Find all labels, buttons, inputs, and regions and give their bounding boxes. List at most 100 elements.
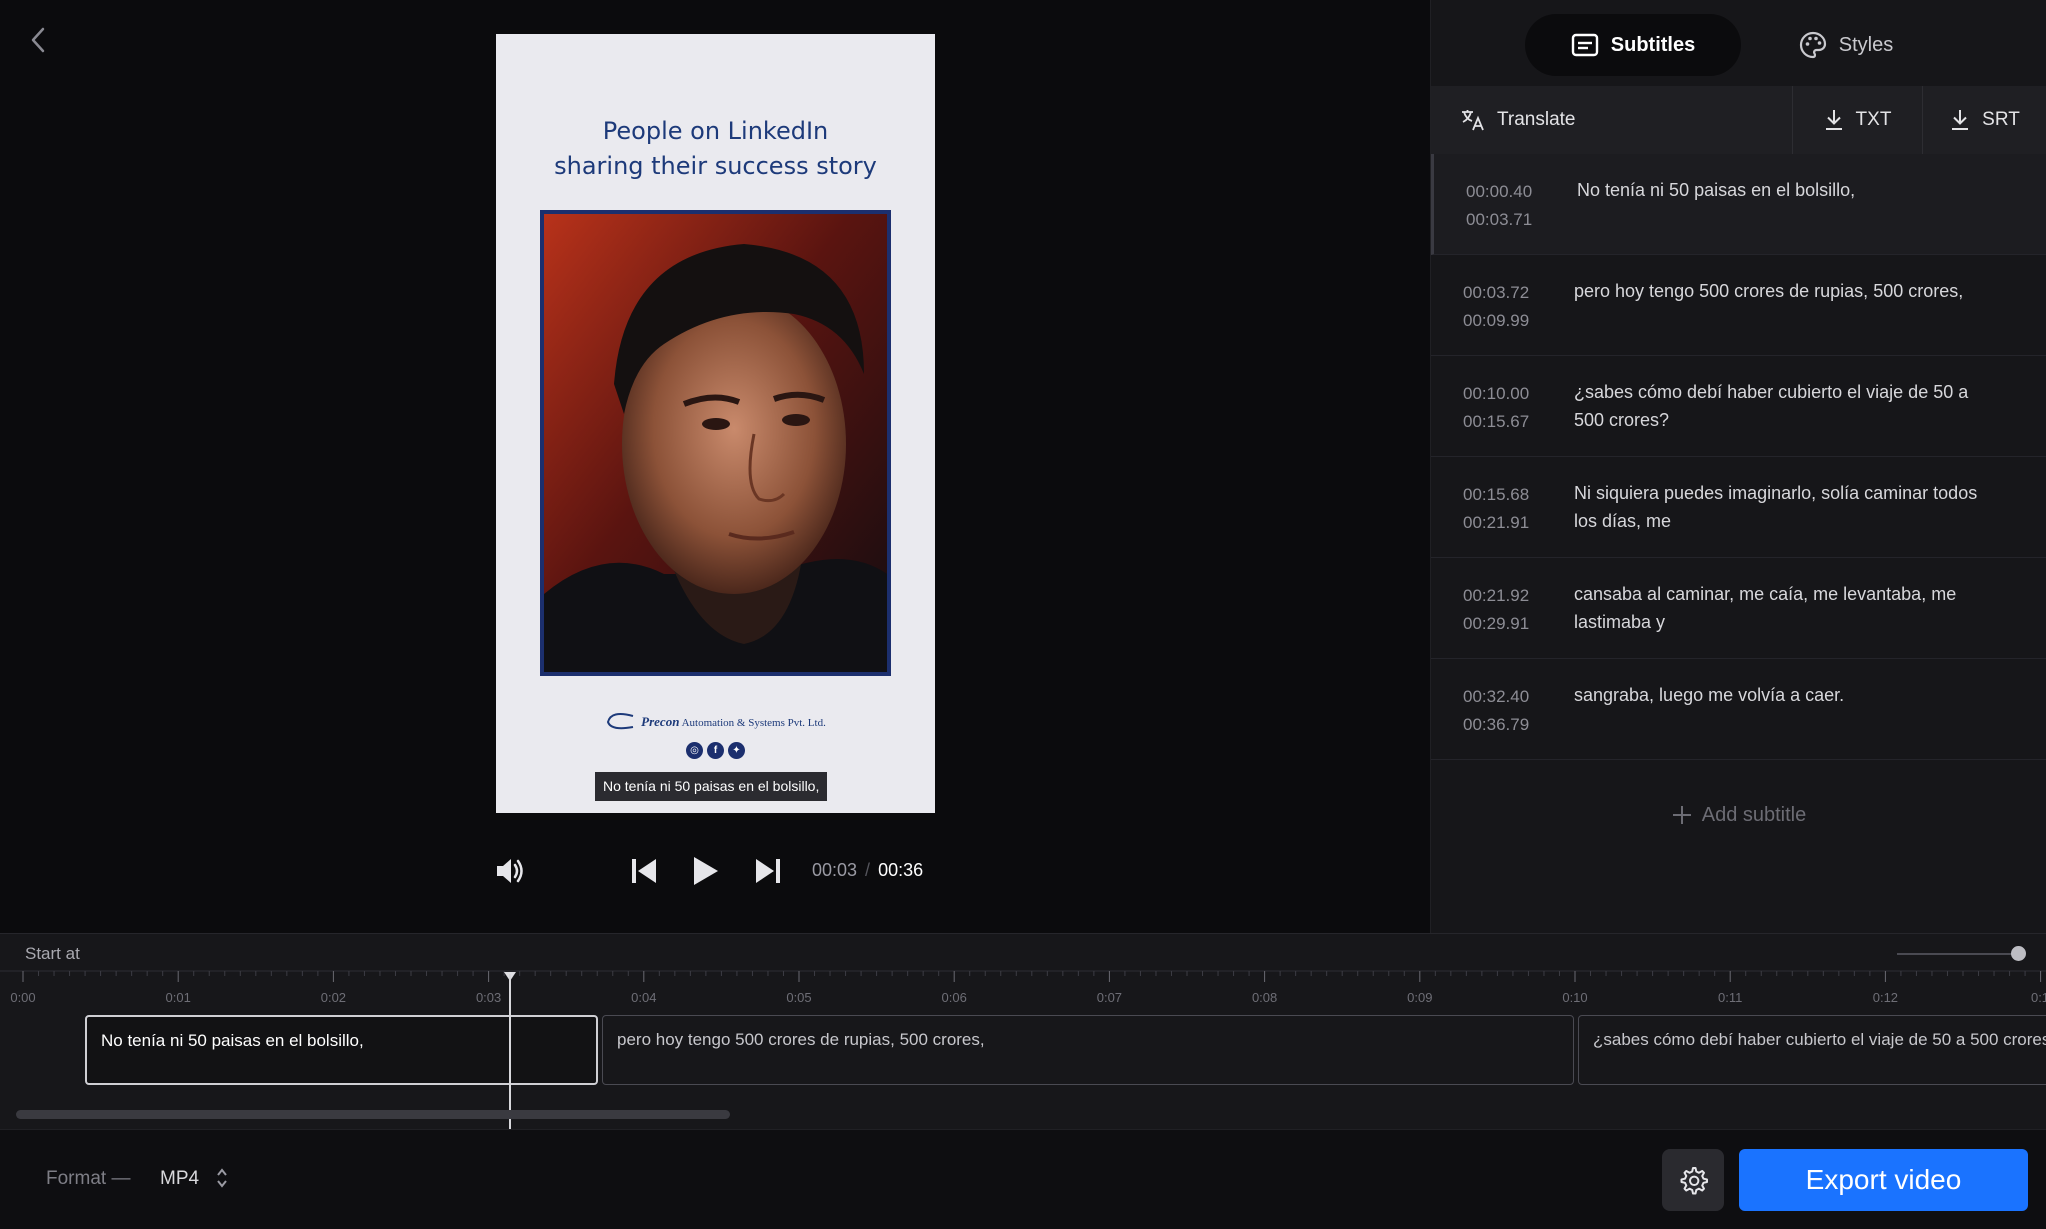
subtitle-end-time[interactable]: 00:03.71 bbox=[1466, 206, 1532, 234]
volume-icon bbox=[497, 859, 523, 883]
subtitle-start-time[interactable]: 00:03.72 bbox=[1463, 279, 1529, 307]
twitter-icon: ✦ bbox=[728, 742, 745, 759]
subtitle-start-time[interactable]: 00:10.00 bbox=[1463, 380, 1529, 408]
txt-label: TXT bbox=[1855, 109, 1892, 130]
subtitle-text[interactable]: ¿sabes cómo debí haber cubierto el viaje… bbox=[1574, 378, 1994, 434]
subtitle-text[interactable]: Ni siquiera puedes imaginarlo, solía cam… bbox=[1574, 479, 1994, 535]
ruler-tick-label: 0:12 bbox=[1872, 990, 1899, 1005]
skip-back-button[interactable] bbox=[626, 848, 662, 894]
tab-subtitles[interactable]: Subtitles bbox=[1525, 14, 1741, 76]
logo-brand: Precon bbox=[641, 714, 680, 729]
playback-controls: 00:03/00:36 bbox=[490, 848, 950, 894]
video-frame: People on LinkedIn sharing their success… bbox=[496, 34, 935, 813]
subtitle-text[interactable]: cansaba al caminar, me caía, me levantab… bbox=[1574, 580, 1994, 636]
subtitle-end-time[interactable]: 00:29.91 bbox=[1463, 610, 1529, 638]
download-srt-button[interactable]: SRT bbox=[1923, 86, 2046, 154]
skip-forward-button[interactable] bbox=[750, 848, 786, 894]
timeline-clip[interactable]: ¿sabes cómo debí haber cubierto el viaje… bbox=[1578, 1015, 2046, 1085]
current-time: 00:03 bbox=[812, 860, 858, 880]
video-preview-area: People on LinkedIn sharing their success… bbox=[0, 0, 1430, 933]
subtitle-start-time[interactable]: 00:32.40 bbox=[1463, 683, 1529, 711]
subtitles-icon bbox=[1571, 33, 1598, 57]
subtitle-row[interactable]: 00:15.68 00:21.91 Ni siquiera puedes ima… bbox=[1431, 457, 2046, 558]
subtitle-text[interactable]: No tenía ni 50 paisas en el bolsillo, bbox=[1577, 176, 1997, 204]
format-select[interactable]: MP4 bbox=[160, 1168, 199, 1190]
logo-rest: Automation & Systems Pvt. Ltd. bbox=[681, 717, 826, 729]
ruler-tick-label: 0:11 bbox=[1718, 990, 1743, 1005]
translate-label: Translate bbox=[1497, 109, 1576, 130]
subtitle-start-time[interactable]: 00:00.40 bbox=[1466, 178, 1532, 206]
play-icon bbox=[694, 857, 718, 885]
chevron-updown-icon bbox=[217, 1168, 227, 1188]
subtitle-text[interactable]: pero hoy tengo 500 crores de rupias, 500… bbox=[1574, 277, 1994, 305]
translate-icon bbox=[1462, 110, 1484, 131]
download-icon bbox=[1825, 110, 1842, 130]
subtitle-end-time[interactable]: 00:15.67 bbox=[1463, 408, 1529, 436]
poster-title: People on LinkedIn sharing their success… bbox=[496, 114, 935, 184]
download-txt-button[interactable]: TXT bbox=[1793, 86, 1923, 154]
export-settings-button[interactable] bbox=[1662, 1149, 1724, 1211]
subtitle-text[interactable]: sangraba, luego me volvía a caer. bbox=[1574, 681, 1994, 709]
subtitle-row[interactable]: 00:00.40 00:03.71 No tenía ni 50 paisas … bbox=[1431, 154, 2046, 255]
ruler-tick-label: 0:00 bbox=[10, 990, 36, 1005]
export-video-button[interactable]: Export video bbox=[1739, 1149, 2028, 1211]
subtitle-end-time[interactable]: 00:21.91 bbox=[1463, 509, 1529, 537]
start-at-label: Start at bbox=[25, 944, 80, 963]
tab-styles-label: Styles bbox=[1838, 33, 1894, 56]
palette-icon bbox=[1799, 31, 1826, 59]
ruler-tick-label: 0:08 bbox=[1251, 990, 1278, 1005]
translate-button[interactable]: Translate bbox=[1431, 86, 1793, 154]
panel-tabs: Subtitles Styles bbox=[1431, 0, 2046, 86]
timeline-clip[interactable]: pero hoy tengo 500 crores de rupias, 500… bbox=[602, 1015, 1574, 1085]
plus-icon bbox=[1672, 806, 1691, 824]
precon-swoosh-icon bbox=[607, 713, 634, 730]
timeline-clip[interactable]: No tenía ni 50 paisas en el bolsillo, bbox=[85, 1015, 598, 1085]
skip-back-icon bbox=[632, 859, 656, 883]
ruler-tick-label: 0:09 bbox=[1407, 990, 1433, 1005]
facebook-icon: f bbox=[707, 742, 724, 759]
playhead[interactable] bbox=[509, 974, 511, 1130]
poster-title-line2: sharing their success story bbox=[554, 152, 877, 180]
ruler-tick-label: 0:03 bbox=[475, 990, 502, 1005]
ruler-tick-label: 0:04 bbox=[631, 990, 657, 1005]
company-logo: Precon Automation & Systems Pvt. Ltd. bbox=[496, 712, 935, 732]
subtitle-row[interactable]: 00:10.00 00:15.67 ¿sabes cómo debí haber… bbox=[1431, 356, 2046, 457]
format-label: Format — bbox=[46, 1168, 131, 1189]
time-ruler[interactable]: 0:00 0:01 0:02 0:03 0:04 0:05 0:06 0:07 0:08 0:09… bbox=[0, 970, 2046, 1010]
subtitle-end-time[interactable]: 00:09.99 bbox=[1463, 307, 1529, 335]
subtitle-track: No tenía ni 50 paisas en el bolsillo, pe… bbox=[0, 1015, 2046, 1085]
ruler-tick-label: 0:10 bbox=[1562, 990, 1588, 1005]
subtitle-start-time[interactable]: 00:21.92 bbox=[1463, 582, 1529, 610]
add-subtitle-button[interactable]: Add subtitle bbox=[1431, 800, 2046, 830]
skip-forward-icon bbox=[756, 859, 780, 883]
ruler-tick-label: 0:06 bbox=[941, 990, 967, 1005]
srt-label: SRT bbox=[1982, 109, 2020, 130]
ruler-tick-label: 0:01 bbox=[165, 990, 191, 1005]
subtitle-list: 00:00.40 00:03.71 No tenía ni 50 paisas … bbox=[1431, 154, 2046, 760]
volume-button[interactable] bbox=[490, 848, 530, 894]
social-icons: ◎ f ✦ bbox=[496, 742, 935, 759]
subtitle-end-time[interactable]: 00:36.79 bbox=[1463, 711, 1529, 739]
ruler-tick-label: 0:07 bbox=[1096, 990, 1123, 1005]
download-icon bbox=[1952, 110, 1969, 130]
back-button[interactable] bbox=[22, 20, 54, 60]
subtitle-row[interactable]: 00:21.92 00:29.91 cansaba al caminar, me… bbox=[1431, 558, 2046, 659]
subtitle-row[interactable]: 00:32.40 00:36.79 sangraba, luego me vol… bbox=[1431, 659, 2046, 760]
add-subtitle-label: Add subtitle bbox=[1701, 803, 1807, 826]
ruler-tick-label: 0:1 bbox=[2030, 990, 2046, 1005]
subtitle-row[interactable]: 00:03.72 00:09.99 pero hoy tengo 500 cro… bbox=[1431, 255, 2046, 356]
zoom-slider-handle[interactable] bbox=[2011, 946, 2026, 961]
subtitle-start-time[interactable]: 00:15.68 bbox=[1463, 481, 1529, 509]
play-button[interactable] bbox=[686, 848, 726, 894]
format-select-arrows[interactable] bbox=[216, 1166, 228, 1195]
subtitles-panel: Subtitles Styles Translate TXT SRT 00:00… bbox=[1430, 0, 2046, 933]
subtitle-toolbar: Translate TXT SRT bbox=[1431, 86, 2046, 154]
speaker-photo bbox=[540, 210, 891, 676]
tab-subtitles-label: Subtitles bbox=[1610, 33, 1696, 56]
zoom-slider-track[interactable] bbox=[1897, 953, 2021, 955]
poster-title-line1: People on LinkedIn bbox=[602, 117, 829, 145]
subtitle-caption: No tenía ni 50 paisas en el bolsillo, bbox=[595, 772, 828, 801]
timeline-scrollbar-thumb[interactable] bbox=[16, 1110, 730, 1119]
tab-styles[interactable]: Styles bbox=[1771, 14, 1921, 76]
instagram-icon: ◎ bbox=[686, 742, 703, 759]
